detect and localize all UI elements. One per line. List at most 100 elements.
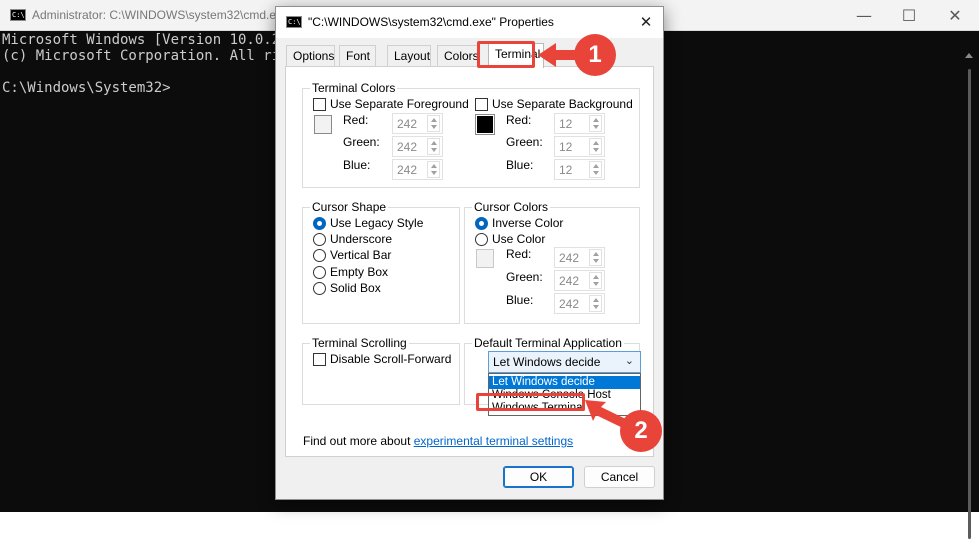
footer-text: Find out more about experimental termina… [303,434,573,448]
dropdown-option-let-windows-decide[interactable]: Let Windows decide [489,376,640,389]
use-separate-background-checkbox[interactable]: Use Separate Background [475,97,633,111]
cursor-green-spinner[interactable]: 242 [554,270,605,291]
cursor-red-spinner[interactable]: 242 [554,247,605,268]
maximize-button[interactable]: ☐ [886,0,932,31]
use-separate-foreground-checkbox[interactable]: Use Separate Foreground [313,97,469,111]
experimental-settings-link[interactable]: experimental terminal settings [414,434,573,448]
tab-options[interactable]: Options [286,45,335,67]
scroll-up-arrow-icon[interactable] [965,53,973,58]
spinner-arrows-icon[interactable] [427,161,440,178]
default-terminal-legend: Default Terminal Application [472,336,624,350]
spinner-arrows-icon[interactable] [427,115,440,132]
spinner-arrows-icon[interactable] [589,138,602,155]
console-line: (c) Microsoft Corporation. All righ [2,48,298,64]
chevron-down-icon[interactable]: ⌄ [625,354,634,367]
spinner-value[interactable]: 242 [559,274,579,288]
terminal-tab-highlight [477,41,535,68]
radio-underscore[interactable]: Underscore [313,232,392,246]
radio-use-legacy-style[interactable]: Use Legacy Style [313,216,423,230]
close-button[interactable]: ✕ [932,0,978,31]
checkbox-box[interactable] [475,97,488,111]
spinner-value[interactable]: 12 [559,140,572,154]
spinner-arrows-icon[interactable] [427,138,440,155]
cursor-color-swatch [476,249,494,268]
checkbox-label: Disable Scroll-Forward [330,352,452,366]
radio-empty-box[interactable]: Empty Box [313,265,388,279]
bg-red-spinner[interactable]: 12 [554,113,605,134]
cursor-green-label: Green: [506,270,543,284]
spinner-value[interactable]: 242 [559,251,579,265]
radio-label: Use Color [492,232,546,246]
callout-badge-1: 1 [574,34,616,76]
cursor-colors-group: Cursor Colors Inverse Color Use Color Re… [464,200,640,324]
background-color-swatch [475,114,495,135]
spinner-value[interactable]: 12 [559,117,572,131]
default-terminal-select[interactable]: Let Windows decide ⌄ [488,351,641,373]
disable-scroll-forward-checkbox[interactable]: Disable Scroll-Forward [313,352,451,366]
radio-button[interactable] [313,232,326,246]
fg-green-spinner[interactable]: 242 [392,136,443,157]
spinner-value[interactable]: 242 [397,117,417,131]
radio-use-color[interactable]: Use Color [475,232,545,246]
radio-label: Use Legacy Style [330,216,424,230]
minimize-button[interactable]: — [841,0,887,31]
select-value: Let Windows decide [493,355,601,369]
console-scrollbar[interactable] [961,31,979,539]
checkbox-label: Use Separate Foreground [330,97,469,111]
spinner-value[interactable]: 12 [559,163,572,177]
cursor-blue-label: Blue: [506,293,534,307]
callout-badge-2: 2 [620,410,662,452]
terminal-colors-group: Terminal Colors Use Separate Foreground … [302,81,640,188]
cmd-app-icon: C:\ [10,9,26,21]
console-prompt: C:\Windows\System32> [2,80,171,96]
cursor-shape-group: Cursor Shape Use Legacy Style Underscore… [302,200,460,324]
radio-label: Vertical Bar [330,248,392,262]
spinner-arrows-icon[interactable] [589,272,602,289]
terminal-scrolling-group: Terminal Scrolling Disable Scroll-Forwar… [302,336,460,405]
checkbox-box[interactable] [313,352,326,366]
radio-button[interactable] [313,265,326,279]
radio-label: Underscore [330,232,393,246]
radio-button[interactable] [475,216,488,230]
radio-inverse-color[interactable]: Inverse Color [475,216,563,230]
tab-font[interactable]: Font [339,45,376,67]
fg-red-label: Red: [343,113,369,127]
fg-blue-spinner[interactable]: 242 [392,159,443,180]
bg-green-label: Green: [506,135,543,149]
radio-vertical-bar[interactable]: Vertical Bar [313,248,391,262]
console-output[interactable]: Microsoft Windows [Version 10.0.226 (c) … [2,32,297,96]
scrollbar-thumb[interactable] [968,69,971,539]
radio-button[interactable] [313,248,326,262]
spinner-arrows-icon[interactable] [589,161,602,178]
terminal-scrolling-legend: Terminal Scrolling [310,336,409,350]
checkbox-box[interactable] [313,97,326,111]
console-title: Administrator: C:\WINDOWS\system32\cmd.e… [32,8,283,22]
cursor-shape-legend: Cursor Shape [310,200,389,214]
spinner-arrows-icon[interactable] [589,249,602,266]
spinner-arrows-icon[interactable] [589,115,602,132]
bg-blue-spinner[interactable]: 12 [554,159,605,180]
ok-button[interactable]: OK [503,466,574,488]
fg-red-spinner[interactable]: 242 [392,113,443,134]
spinner-value[interactable]: 242 [559,297,579,311]
radio-solid-box[interactable]: Solid Box [313,281,381,295]
bg-blue-label: Blue: [506,158,534,172]
bg-green-spinner[interactable]: 12 [554,136,605,157]
spinner-value[interactable]: 242 [397,163,417,177]
dialog-title: "C:\WINDOWS\system32\cmd.exe" Properties [308,15,554,29]
tab-layout[interactable]: Layout [387,45,431,67]
cancel-button[interactable]: Cancel [584,466,655,488]
radio-label: Solid Box [330,281,381,295]
radio-button[interactable] [313,281,326,295]
spinner-value[interactable]: 242 [397,140,417,154]
spinner-arrows-icon[interactable] [589,295,602,312]
tab-colors[interactable]: Colors [437,45,480,67]
foreground-color-swatch [314,115,332,134]
bg-red-label: Red: [506,113,532,127]
cursor-blue-spinner[interactable]: 242 [554,293,605,314]
dialog-close-button[interactable]: ✕ [635,11,657,33]
radio-button[interactable] [313,216,326,230]
terminal-colors-legend: Terminal Colors [310,81,398,95]
cmd-app-icon: C:\ [286,16,302,28]
radio-button[interactable] [475,232,488,246]
